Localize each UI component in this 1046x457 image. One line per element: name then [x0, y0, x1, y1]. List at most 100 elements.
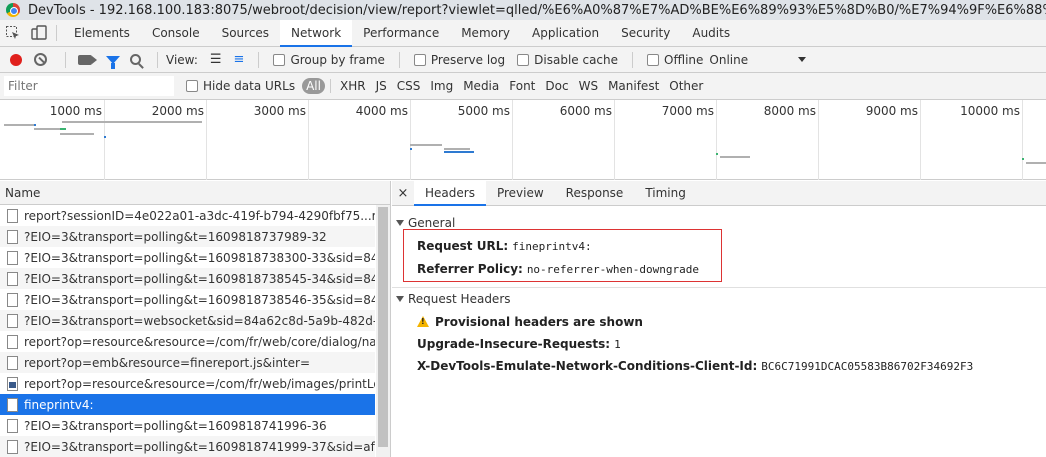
inspect-element-icon[interactable] — [0, 20, 26, 47]
timeline-tick — [716, 100, 717, 180]
capture-screenshots-icon[interactable] — [78, 54, 97, 65]
tab-preview[interactable]: Preview — [486, 181, 555, 206]
close-icon[interactable]: × — [392, 186, 414, 201]
type-filter-manifest[interactable]: Manifest — [604, 78, 663, 94]
request-bar — [1022, 158, 1024, 160]
large-rows-icon[interactable]: ☰ — [210, 52, 222, 67]
tab-audits[interactable]: Audits — [681, 20, 741, 47]
timeline-tick-label: 6000 ms — [559, 104, 612, 118]
request-bar — [60, 128, 66, 130]
tab-application[interactable]: Application — [521, 20, 610, 47]
chevron-down-icon[interactable] — [798, 57, 807, 62]
request-url-value: fineprintv4: — [512, 240, 592, 253]
hide-data-urls-label: Hide data URLs — [203, 79, 296, 93]
type-filter-js[interactable]: JS — [372, 78, 391, 94]
request-name: report?sessionID=4e022a01-a3dc-419f-b794… — [24, 208, 375, 223]
filter-bar: Hide data URLs All XHR JS CSS Img Media … — [0, 73, 1046, 100]
chrome-logo-icon — [6, 3, 20, 17]
referrer-policy-value: no-referrer-when-downgrade — [526, 263, 699, 276]
request-name: report?op=resource&resource=/com/fr/web/… — [24, 334, 375, 349]
header-key: X-DevTools-Emulate-Network-Conditions-Cl… — [417, 359, 758, 373]
request-bar — [410, 148, 412, 150]
tab-timing[interactable]: Timing — [634, 181, 697, 206]
type-filter-all[interactable]: All — [302, 78, 325, 94]
tab-security[interactable]: Security — [610, 20, 681, 47]
tab-network[interactable]: Network — [280, 19, 353, 47]
scrollbar-thumb[interactable] — [378, 207, 388, 447]
offline-checkbox[interactable] — [647, 53, 660, 66]
tab-sources[interactable]: Sources — [211, 20, 280, 47]
timeline-tick-label: 8000 ms — [763, 104, 816, 118]
type-filter-ws[interactable]: WS — [575, 78, 602, 94]
tab-headers[interactable]: Headers — [414, 180, 486, 206]
image-file-icon — [7, 376, 18, 391]
disable-cache-label: Disable cache — [534, 52, 619, 67]
group-by-frame-checkbox[interactable] — [273, 53, 286, 66]
request-row[interactable]: ?EIO=3&transport=polling&t=1609818741996… — [0, 415, 375, 436]
tab-elements[interactable]: Elements — [63, 20, 141, 47]
request-row[interactable]: ?EIO=3&transport=polling&t=1609818741999… — [0, 436, 375, 457]
section-divider — [392, 287, 1046, 288]
column-header-name[interactable]: Name — [0, 181, 390, 205]
toolbar-separator — [65, 51, 66, 68]
request-row[interactable]: ?EIO=3&transport=polling&t=1609818738545… — [0, 268, 375, 289]
tab-memory[interactable]: Memory — [450, 20, 521, 47]
request-row[interactable]: report?sessionID=4e022a01-a3dc-419f-b794… — [0, 205, 375, 226]
timeline-tick — [614, 100, 615, 180]
network-overview-timeline[interactable]: 1000 ms 2000 ms 3000 ms 4000 ms 5000 ms … — [0, 100, 1046, 180]
type-filter-img[interactable]: Img — [426, 78, 457, 94]
provisional-warning-text: Provisional headers are shown — [435, 315, 643, 329]
request-list-scrollbar[interactable] — [376, 205, 390, 457]
type-filter-media[interactable]: Media — [459, 78, 503, 94]
request-row-selected[interactable]: fineprintv4: — [0, 394, 375, 415]
request-row[interactable]: report?op=resource&resource=/com/fr/web/… — [0, 331, 375, 352]
document-icon — [7, 397, 18, 412]
request-bar — [1026, 162, 1046, 164]
timeline-tick-label: 10000 ms — [960, 104, 1020, 118]
timeline-tick — [818, 100, 819, 180]
waterfall-overview-icon[interactable]: ≡ — [234, 52, 245, 67]
filter-icon[interactable] — [106, 55, 120, 69]
tab-console[interactable]: Console — [141, 20, 211, 47]
request-name: fineprintv4: — [24, 397, 94, 412]
document-icon — [7, 292, 18, 307]
request-bar — [34, 128, 60, 130]
request-headers-header[interactable]: Request Headers — [392, 289, 1046, 309]
search-icon[interactable] — [130, 54, 141, 65]
timeline-tick-label: 2000 ms — [151, 104, 204, 118]
request-bar — [716, 153, 718, 155]
preserve-log-checkbox[interactable] — [413, 53, 426, 66]
type-filter-doc[interactable]: Doc — [541, 78, 572, 94]
clear-icon[interactable] — [34, 53, 47, 66]
request-row[interactable]: ?EIO=3&transport=polling&t=1609818737989… — [0, 226, 375, 247]
request-name: ?EIO=3&transport=polling&t=1609818738300… — [24, 250, 375, 265]
device-toolbar-icon[interactable] — [26, 20, 52, 47]
filter-input[interactable] — [4, 76, 174, 96]
view-label: View: — [166, 52, 198, 67]
document-icon — [7, 229, 18, 244]
request-row[interactable]: report?op=resource&resource=/com/fr/web/… — [0, 373, 375, 394]
disable-cache-checkbox[interactable] — [517, 53, 530, 66]
request-row[interactable]: ?EIO=3&transport=polling&t=1609818738300… — [0, 247, 375, 268]
header-row-upgrade: Upgrade-Insecure-Requests: 1 — [417, 337, 621, 351]
record-icon[interactable] — [10, 53, 22, 66]
tab-response[interactable]: Response — [555, 181, 635, 206]
request-row[interactable]: ?EIO=3&transport=websocket&sid=84a62c8d-… — [0, 310, 375, 331]
throttling-select[interactable]: Online — [709, 53, 748, 67]
request-row[interactable]: report?op=emb&resource=finereport.js&int… — [0, 352, 375, 373]
window-titlebar: DevTools - 192.168.100.183:8075/webroot/… — [0, 0, 1046, 20]
tab-performance[interactable]: Performance — [352, 20, 450, 47]
detail-tabs: × Headers Preview Response Timing — [392, 180, 1046, 206]
type-filter-css[interactable]: CSS — [393, 78, 425, 94]
type-filter-font[interactable]: Font — [505, 78, 539, 94]
request-bar — [60, 133, 94, 135]
request-row[interactable]: ?EIO=3&transport=polling&t=1609818738546… — [0, 289, 375, 310]
timeline-tick-label: 9000 ms — [865, 104, 918, 118]
hide-data-urls-checkbox[interactable] — [186, 80, 198, 92]
request-headers-section: Request Headers — [392, 289, 1046, 309]
type-filter-xhr[interactable]: XHR — [336, 78, 370, 94]
document-icon — [7, 334, 18, 349]
request-url-row: Request URL: fineprintv4: — [417, 239, 592, 253]
request-url-key: Request URL: — [417, 239, 509, 253]
type-filter-other[interactable]: Other — [665, 78, 707, 94]
